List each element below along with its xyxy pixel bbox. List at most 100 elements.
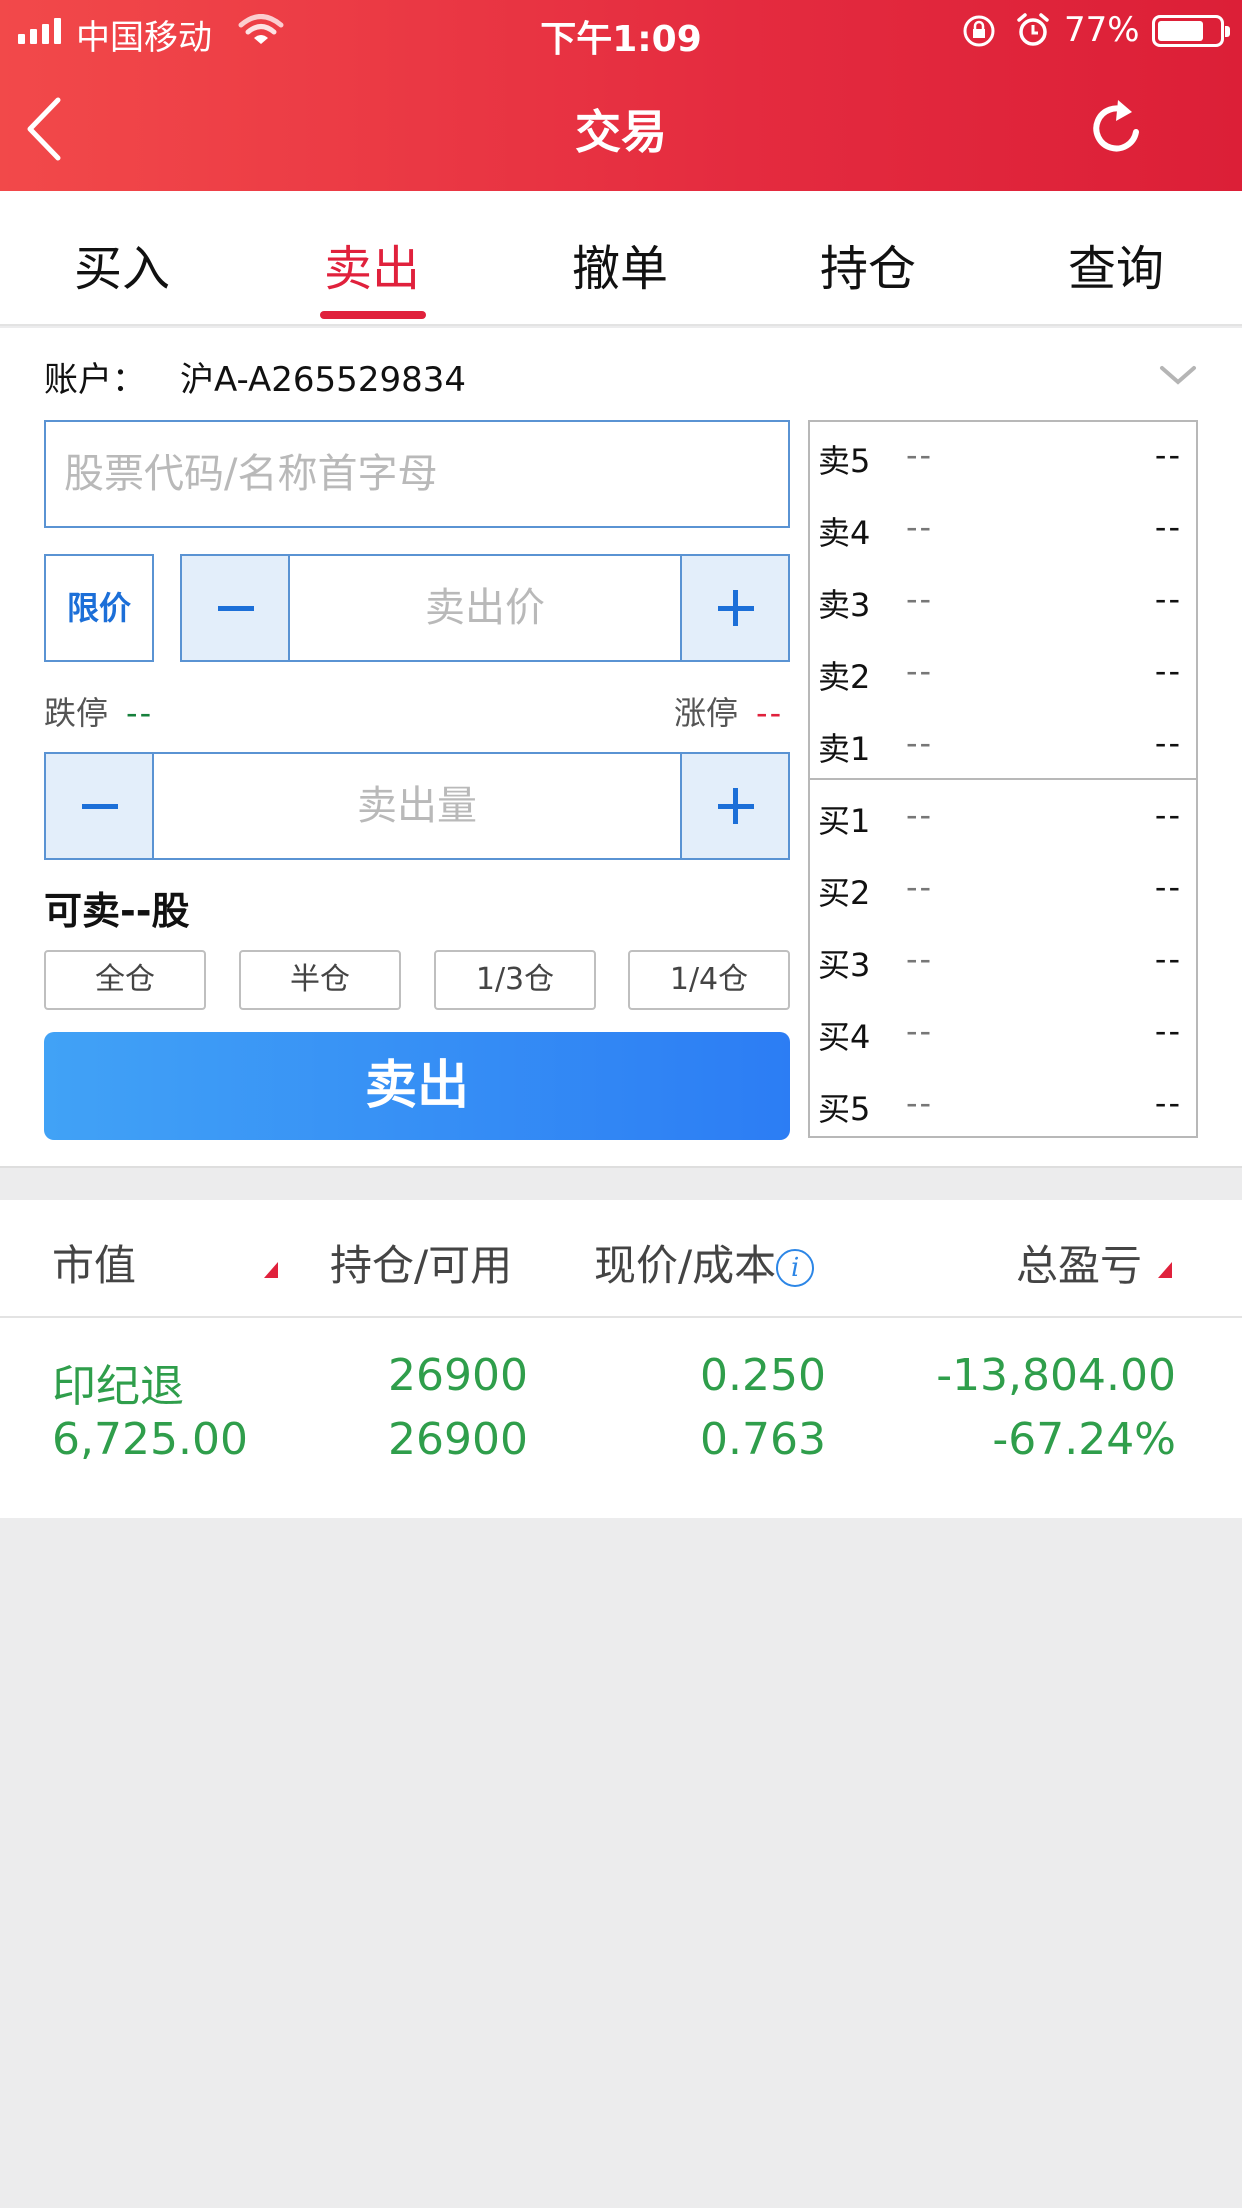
ask-price: -- bbox=[906, 436, 934, 474]
bid-price: -- bbox=[906, 1084, 934, 1122]
holding-pl: -13,804.00 bbox=[936, 1350, 1176, 1401]
price-decrease-button[interactable] bbox=[182, 556, 290, 660]
tab-sell[interactable]: 卖出 bbox=[272, 229, 472, 299]
ask-row: 卖5 -- -- bbox=[810, 422, 1196, 494]
header-price-cost: 现价/成本 i bbox=[594, 1232, 815, 1293]
account-label: 账户： bbox=[44, 360, 146, 400]
status-bar: 中国移动 下午1:09 77% bbox=[0, 0, 1242, 62]
bid-row: 买1 -- -- bbox=[810, 782, 1196, 854]
ask-price: -- bbox=[906, 508, 934, 546]
holding-name: 印纪退 bbox=[52, 1361, 184, 1412]
bid-price: -- bbox=[906, 868, 934, 906]
bid-row: 买2 -- -- bbox=[810, 854, 1196, 926]
tab-buy[interactable]: 买入 bbox=[22, 229, 222, 299]
bid-row: 买4 -- -- bbox=[810, 998, 1196, 1070]
quantity-decrease-button[interactable] bbox=[46, 754, 154, 858]
alarm-icon bbox=[1017, 13, 1049, 46]
bid-label: 买2 bbox=[818, 874, 871, 912]
ask-volume: -- bbox=[1154, 724, 1182, 762]
limit-down-value: -- bbox=[126, 694, 154, 732]
ratio-full-button[interactable]: 全仓 bbox=[44, 950, 206, 1010]
limit-down-label: 跌停 bbox=[44, 694, 109, 732]
ask-label: 卖5 bbox=[818, 442, 871, 480]
price-stepper: 卖出价 bbox=[180, 554, 790, 662]
ask-label: 卖4 bbox=[818, 514, 871, 552]
sellable-shares: 可卖--股 bbox=[44, 889, 190, 933]
bid-volume: -- bbox=[1154, 796, 1182, 834]
bid-label: 买4 bbox=[818, 1018, 871, 1056]
ask-row: 卖3 -- -- bbox=[810, 566, 1196, 638]
header-position: 持仓/可用 bbox=[330, 1241, 513, 1290]
bid-volume: -- bbox=[1154, 1012, 1182, 1050]
page-title: 交易 bbox=[575, 105, 667, 159]
battery-icon bbox=[1152, 15, 1230, 47]
ask-price: -- bbox=[906, 580, 934, 618]
sort-indicator-icon bbox=[1158, 1262, 1172, 1278]
quantity-increase-button[interactable] bbox=[680, 754, 788, 858]
limit-up-label: 涨停 bbox=[674, 694, 739, 732]
ask-label: 卖2 bbox=[818, 658, 871, 696]
holding-cost: 0.763 bbox=[700, 1414, 826, 1465]
header: 中国移动 下午1:09 77% 交易 bbox=[0, 0, 1242, 191]
header-total-pl[interactable]: 总盈亏 bbox=[1016, 1232, 1142, 1293]
tab-cancel[interactable]: 撤单 bbox=[520, 229, 720, 299]
bid-volume: -- bbox=[1154, 868, 1182, 906]
ask-label: 卖1 bbox=[818, 730, 871, 768]
sell-quantity-input[interactable]: 卖出量 bbox=[154, 754, 680, 858]
order-book: 卖5 -- -- 卖4 -- -- 卖3 -- -- 卖2 -- -- 卖1 -… bbox=[808, 420, 1198, 1138]
ask-row: 卖2 -- -- bbox=[810, 638, 1196, 710]
ask-label: 卖3 bbox=[818, 586, 871, 624]
stock-code-input[interactable]: 股票代码/名称首字母 bbox=[44, 420, 790, 528]
bid-label: 买3 bbox=[818, 946, 871, 984]
bid-volume: -- bbox=[1154, 940, 1182, 978]
holding-market-value: 6,725.00 bbox=[52, 1414, 248, 1465]
tab-query[interactable]: 查询 bbox=[1016, 229, 1216, 299]
header-market-value[interactable]: 市值 bbox=[52, 1232, 136, 1293]
info-icon[interactable]: i bbox=[776, 1249, 815, 1287]
holding-price: 0.250 bbox=[700, 1350, 826, 1401]
sell-panel: 账户： 沪A-A265529834 股票代码/名称首字母 限价 卖出价 跌停 --… bbox=[0, 328, 1242, 1168]
holding-available: 26900 bbox=[388, 1414, 528, 1465]
sell-submit-button[interactable]: 卖出 bbox=[44, 1032, 790, 1140]
ratio-quarter-button[interactable]: 1/4仓 bbox=[628, 950, 790, 1010]
limit-up: 涨停 -- bbox=[674, 688, 783, 734]
active-tab-indicator bbox=[320, 311, 426, 319]
chevron-down-icon[interactable] bbox=[1158, 362, 1198, 388]
sell-price-input[interactable]: 卖出价 bbox=[290, 556, 680, 660]
bid-price: -- bbox=[906, 1012, 934, 1050]
bid-label: 买1 bbox=[818, 802, 871, 840]
bid-row: 买5 -- -- bbox=[810, 1070, 1196, 1142]
bid-price: -- bbox=[906, 940, 934, 978]
price-increase-button[interactable] bbox=[680, 556, 788, 660]
refresh-icon[interactable] bbox=[1088, 94, 1148, 160]
ask-volume: -- bbox=[1154, 508, 1182, 546]
price-type-button[interactable]: 限价 bbox=[44, 554, 154, 662]
bid-row: 买3 -- -- bbox=[810, 926, 1196, 998]
ask-volume: -- bbox=[1154, 580, 1182, 618]
limit-down: 跌停 -- bbox=[44, 688, 153, 734]
trade-tabs: 买入 卖出 撤单 持仓 查询 bbox=[0, 191, 1242, 326]
ask-price: -- bbox=[906, 724, 934, 762]
ask-volume: -- bbox=[1154, 436, 1182, 474]
holding-position: 26900 bbox=[388, 1350, 528, 1401]
tab-positions[interactable]: 持仓 bbox=[768, 229, 968, 299]
holding-pl-pct: -67.24% bbox=[992, 1414, 1176, 1465]
ask-price: -- bbox=[906, 652, 934, 690]
header-price-cost-label: 现价/成本 bbox=[594, 1241, 777, 1290]
bid-volume: -- bbox=[1154, 1084, 1182, 1122]
ratio-third-button[interactable]: 1/3仓 bbox=[434, 950, 596, 1010]
sort-indicator-icon bbox=[264, 1262, 278, 1278]
holdings-table: 市值 持仓/可用 现价/成本 i 总盈亏 印纪退 6,725.00 26900 2… bbox=[0, 1200, 1242, 1518]
order-book-divider bbox=[810, 778, 1196, 780]
limit-up-value: -- bbox=[756, 694, 784, 732]
ask-row: 卖1 -- -- bbox=[810, 710, 1196, 782]
bid-price: -- bbox=[906, 796, 934, 834]
ask-volume: -- bbox=[1154, 652, 1182, 690]
ratio-half-button[interactable]: 半仓 bbox=[239, 950, 401, 1010]
rotation-lock-icon bbox=[963, 15, 995, 47]
clock: 下午1:09 bbox=[540, 19, 702, 60]
bid-label: 买5 bbox=[818, 1090, 871, 1128]
holdings-header: 市值 持仓/可用 现价/成本 i 总盈亏 bbox=[0, 1200, 1242, 1318]
account-value[interactable]: 沪A-A265529834 bbox=[180, 352, 466, 401]
battery-percent: 77% bbox=[1064, 10, 1140, 50]
